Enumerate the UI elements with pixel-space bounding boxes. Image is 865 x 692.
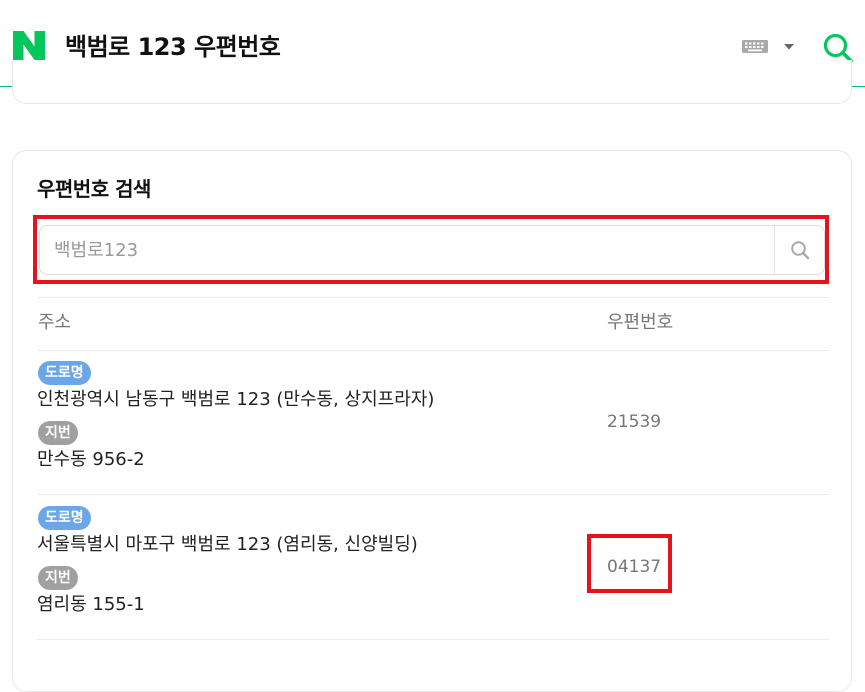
chevron-down-icon: [784, 44, 794, 50]
zipcode-search-card: 우편번호 검색 주소 우편번호 도로명 인천광역시 남동구 백범로 123 (만…: [12, 150, 852, 692]
road-address: 서울특별시 마포구 백범로 123 (염리동, 신양빌딩): [37, 534, 418, 555]
naver-logo[interactable]: [13, 31, 45, 60]
lot-number-badge: 지번: [38, 421, 78, 445]
lot-address: 염리동 155-1: [37, 594, 145, 615]
road-name-badge: 도로명: [38, 506, 91, 530]
search-icon: [790, 241, 809, 260]
lot-number-badge: 지번: [38, 566, 78, 590]
zip-code[interactable]: 21539: [607, 410, 661, 434]
previous-card-edge: [12, 60, 852, 104]
search-box: [39, 225, 825, 275]
road-address: 인천광역시 남동구 백범로 123 (만수동, 상지프라자): [37, 389, 435, 410]
keyboard-icon: [742, 40, 768, 53]
column-header-address: 주소: [38, 312, 72, 333]
table-row[interactable]: 도로명 인천광역시 남동구 백범로 123 (만수동, 상지프라자) 지번 만수…: [37, 349, 829, 495]
page-title: 백범로 123 우편번호: [65, 33, 281, 61]
search-submit-button[interactable]: [775, 226, 824, 274]
search-input[interactable]: [40, 226, 774, 274]
road-name-badge: 도로명: [38, 361, 91, 385]
card-title: 우편번호 검색: [37, 177, 151, 201]
table-header: 주소 우편번호: [37, 297, 829, 351]
keyboard-toggle-button[interactable]: [742, 38, 798, 56]
lot-address: 만수동 956-2: [37, 449, 145, 470]
table-row[interactable]: 도로명 서울특별시 마포구 백범로 123 (염리동, 신양빌딩) 지번 염리동…: [37, 494, 829, 640]
column-header-zip: 우편번호: [607, 312, 674, 333]
zip-code[interactable]: 04137: [607, 555, 661, 579]
content-area: 우편번호 검색 주소 우편번호 도로명 인천광역시 남동구 백범로 123 (만…: [0, 60, 865, 692]
